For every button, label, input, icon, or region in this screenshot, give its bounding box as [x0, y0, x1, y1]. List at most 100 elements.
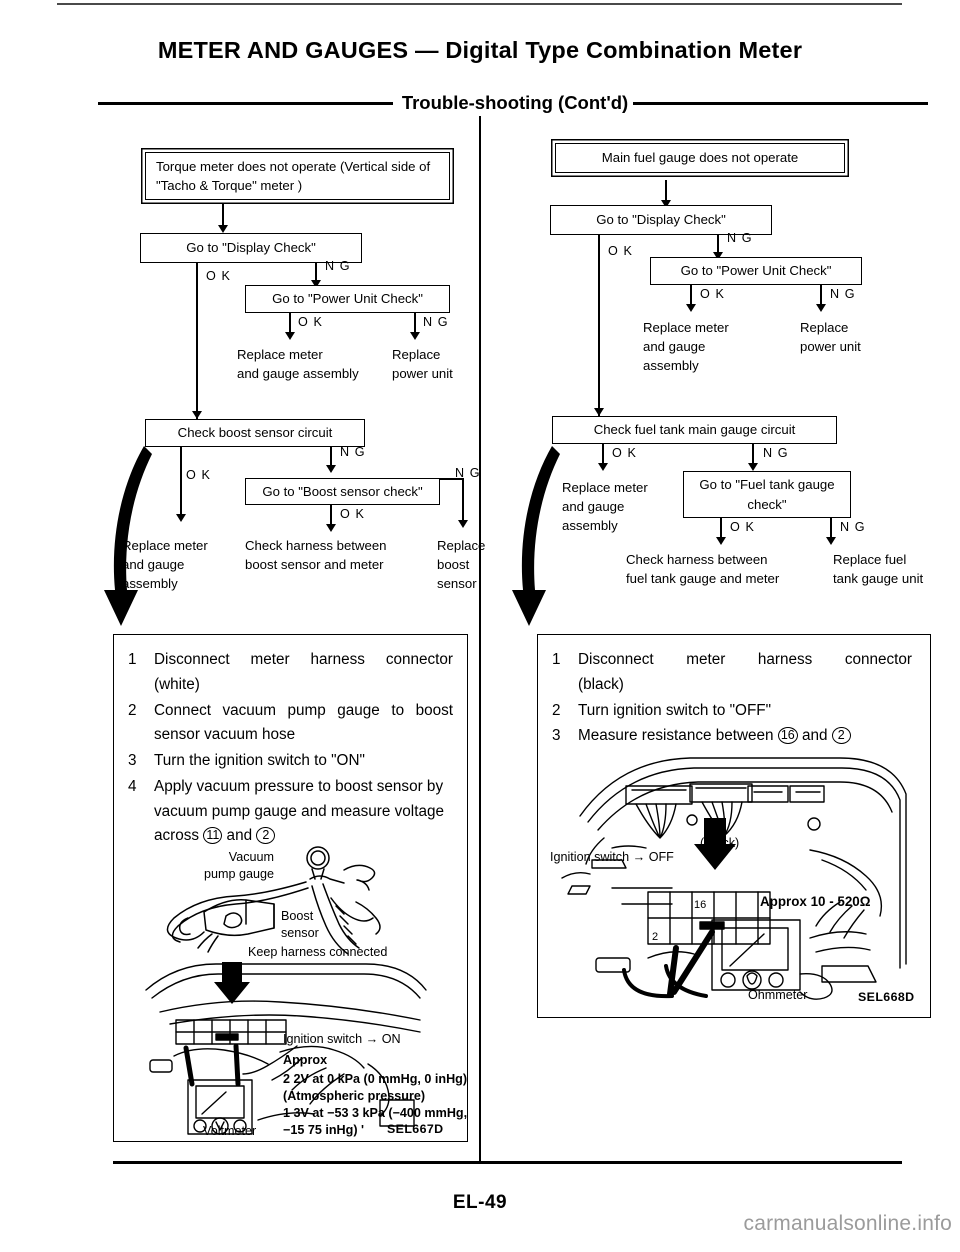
- list-item: 2 Connect vacuum pump gauge to boost sen…: [128, 699, 453, 749]
- arrow-down-icon: [326, 524, 336, 532]
- right-check-fuel-tank-text: Check fuel tank main gauge circuit: [593, 422, 796, 438]
- flow-continue-arrow-icon: [100, 440, 170, 650]
- arrow-down-icon: [598, 463, 608, 471]
- terminal-2-badge: 2: [256, 827, 276, 845]
- ignition-switch-on-label: Ignition switch → ON: [283, 1032, 401, 1046]
- voltage-spec-line-1: 2 2V at 0 kPa (0 mmHg, 0 inHg): [283, 1072, 468, 1086]
- left-flow-start-text: Torque meter does not operate (Vertical …: [156, 158, 431, 193]
- step-tail-pre: across: [154, 827, 204, 845]
- step-text: Connect vacuum pump gauge to boost senso…: [154, 699, 453, 749]
- branch-label-ng: N G: [423, 315, 449, 329]
- arrow-down-icon: [686, 304, 696, 312]
- connector-line: [180, 447, 182, 517]
- ignition-switch-off-label: Ignition switch → OFF: [550, 850, 674, 864]
- terminal-2-badge: 2: [831, 727, 851, 745]
- step-number: 4: [128, 777, 137, 795]
- ohmmeter-dash-illustration: 16 2: [552, 752, 920, 1002]
- step-line-1: Connect vacuum pump gauge to boost: [154, 701, 453, 719]
- left-check-boost-sensor-box: Check boost sensor circuit: [145, 419, 365, 447]
- right-flowchart: Main fuel gauge does not operate Go to "…: [480, 0, 960, 640]
- step-line-1: Disconnect meter harness connector: [578, 651, 912, 668]
- voltage-spec-line-3: 1 3V at −53 3 kPa (−400 mmHg,: [283, 1106, 468, 1120]
- left-display-check-text: Go to "Display Check": [186, 240, 316, 256]
- step-text: Disconnect meter harness connector (blac…: [578, 648, 912, 698]
- branch-label-ok: O K: [608, 244, 633, 258]
- arrow-down-icon: [748, 463, 758, 471]
- branch-label-ok: O K: [298, 315, 323, 329]
- list-item: 1 Disconnect meter harness connector (wh…: [128, 648, 453, 698]
- right-power-unit-check-box: Go to "Power Unit Check": [650, 257, 862, 285]
- list-item: 1 Disconnect meter harness connector (bl…: [552, 648, 912, 698]
- bottom-rule: [113, 1161, 902, 1164]
- step-number: 3: [552, 727, 561, 745]
- right-fuel-tank-gauge-check-text: Go to "Fuel tank gauge check": [699, 477, 835, 512]
- connector-line: [330, 447, 332, 467]
- branch-label-ng: N G: [325, 259, 351, 273]
- arrow-down-icon: [192, 411, 202, 419]
- branch-label-ng: N G: [840, 520, 866, 534]
- arrow-down-icon: [176, 514, 186, 522]
- arrow-down-icon: [218, 225, 228, 233]
- branch-label-ng: N G: [727, 231, 753, 245]
- branch-label-ng: N G: [455, 466, 481, 480]
- figure-code-right: SEL668D: [858, 990, 915, 1004]
- arrow-down-icon: [716, 537, 726, 545]
- step-number: 2: [128, 701, 137, 719]
- branch-label-ok: O K: [340, 507, 365, 521]
- left-check-boost-sensor-text: Check boost sensor circuit: [177, 425, 333, 441]
- left-steps-list: 1 Disconnect meter harness connector (wh…: [128, 648, 453, 850]
- branch-label-ng: N G: [830, 287, 856, 301]
- black-connector-label: (Black): [700, 836, 740, 850]
- step-number: 3: [128, 752, 137, 770]
- ohmmeter-label: Ohmmeter: [748, 988, 808, 1002]
- left-check-harness: Check harness between boost sensor and m…: [245, 538, 387, 573]
- branch-label-ok: O K: [700, 287, 725, 301]
- right-check-harness: Check harness between fuel tank gauge an…: [626, 552, 780, 587]
- step-text: Measure resistance between 16 and 2: [578, 724, 912, 749]
- list-item: 2 Turn ignition switch to "OFF": [552, 699, 912, 724]
- step-line-2: (black): [578, 675, 624, 693]
- step-line-1: Disconnect meter harness connector: [154, 651, 453, 668]
- arrow-down-icon: [410, 332, 420, 340]
- step-number: 2: [552, 701, 561, 719]
- list-item: 3 Measure resistance between 16 and 2: [552, 724, 912, 749]
- step-number: 1: [552, 651, 561, 668]
- terminal-11-badge: 11: [203, 827, 223, 845]
- step-text: Disconnect meter harness connector (whit…: [154, 648, 453, 698]
- connector-line: [598, 235, 600, 421]
- step-line-1: Apply vacuum pressure to boost sensor by: [154, 777, 444, 795]
- arrow-down-icon: [594, 408, 604, 416]
- right-display-check-text: Go to "Display Check": [596, 212, 726, 228]
- step-text: Apply vacuum pressure to boost sensor by…: [154, 775, 453, 849]
- branch-label-ng: N G: [763, 446, 789, 460]
- step-text-pre: Measure resistance between: [578, 727, 778, 745]
- left-power-unit-check-box: Go to "Power Unit Check": [245, 285, 450, 313]
- arrow-down-icon: [458, 520, 468, 528]
- arrow-down-icon: [816, 304, 826, 312]
- figure-code-left: SEL667D: [387, 1122, 444, 1136]
- right-replace-meter-gauge-assembly: Replace meter and gauge assembly: [643, 320, 729, 374]
- step-line-2: sensor vacuum hose: [154, 726, 296, 744]
- voltage-spec-line-4: −15 75 inHg) ': [283, 1123, 365, 1137]
- connector-line: [462, 478, 464, 523]
- manual-page: METER AND GAUGES — Digital Type Combinat…: [0, 0, 960, 1252]
- right-replace-power-unit: Replace power unit: [800, 320, 861, 355]
- svg-text:2: 2: [652, 931, 658, 943]
- watermark: carmanualsonline.info: [743, 1212, 952, 1235]
- approx-label: Approx: [283, 1053, 328, 1067]
- arrow-down-icon: [826, 537, 836, 545]
- vacuum-pump-gauge-label: Vacuum pump gauge: [203, 850, 274, 882]
- branch-label-ok: O K: [730, 520, 755, 534]
- step-line-1: Turn the ignition switch to "ON": [154, 752, 365, 770]
- step-text-mid: and: [797, 727, 832, 745]
- connector-line: [222, 204, 224, 227]
- left-boost-sensor-check-text: Go to "Boost sensor check": [262, 483, 423, 499]
- right-replace-meter-gauge-assembly-2: Replace meter and gauge assembly: [562, 480, 648, 534]
- left-flowchart: Torque meter does not operate (Vertical …: [0, 0, 485, 640]
- arrow-down-icon: [326, 465, 336, 473]
- branch-label-ok: O K: [206, 269, 231, 283]
- step-tail-mid: and: [222, 827, 257, 845]
- flow-continue-arrow-icon: [508, 440, 578, 650]
- boost-sensor-label: Boost sensor: [281, 909, 319, 941]
- right-power-unit-check-text: Go to "Power Unit Check": [680, 263, 832, 279]
